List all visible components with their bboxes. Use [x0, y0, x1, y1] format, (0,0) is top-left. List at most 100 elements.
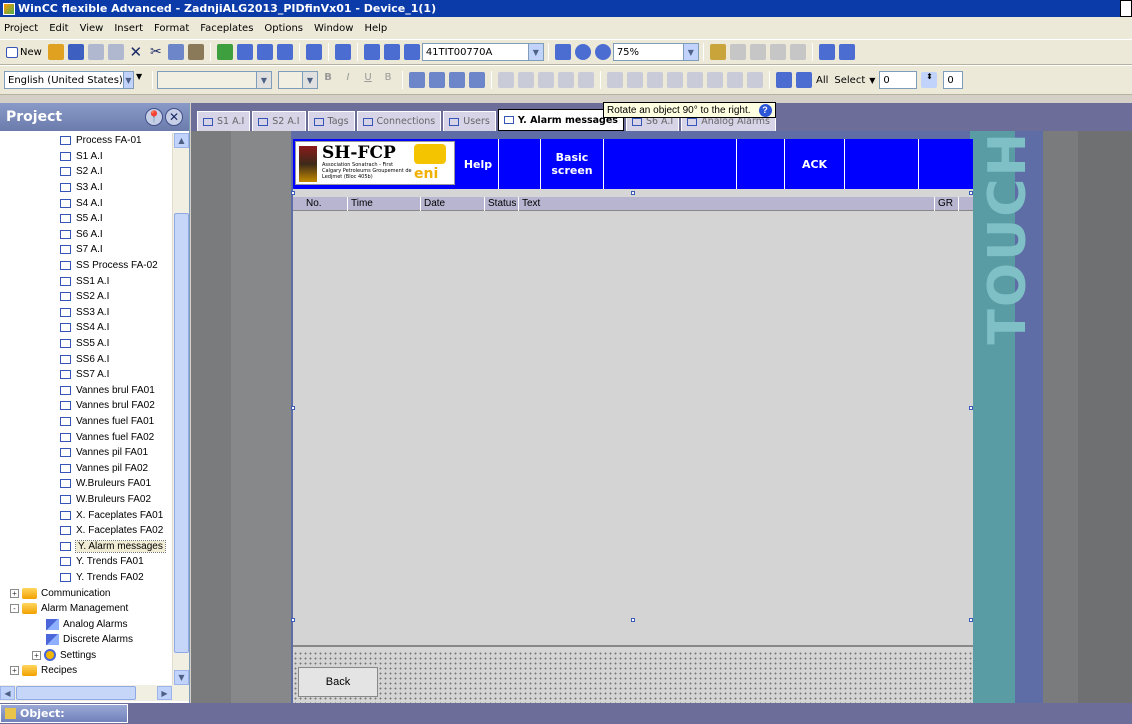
editor-tab[interactable]: Tags: [307, 111, 355, 131]
bold-dropdown-icon[interactable]: B: [380, 72, 396, 88]
tree-item[interactable]: + Recipes: [0, 663, 172, 679]
zoom-fit-icon[interactable]: [554, 44, 571, 60]
select-value-field[interactable]: 0: [879, 71, 918, 89]
chevron-down-icon[interactable]: ▼: [527, 44, 543, 60]
tree-item[interactable]: Y. Trends FA02: [0, 570, 172, 586]
menu-options[interactable]: Options: [264, 23, 303, 34]
align-right-icon[interactable]: [538, 72, 554, 88]
layers-all-icon[interactable]: [796, 72, 812, 88]
selection-handle[interactable]: [969, 618, 973, 622]
tree-item[interactable]: + Settings: [0, 648, 172, 664]
italic-icon[interactable]: I: [340, 72, 356, 88]
col-text[interactable]: Text: [519, 197, 935, 211]
zoom-in-icon[interactable]: [574, 44, 591, 60]
editor-tab[interactable]: S2 A.I: [252, 111, 306, 131]
whats-this-icon[interactable]: [838, 44, 855, 60]
rotate-left-icon[interactable]: [647, 72, 663, 88]
all-label[interactable]: All: [816, 75, 828, 86]
expand-icon[interactable]: +: [32, 650, 41, 660]
delete-icon[interactable]: ✕: [128, 44, 144, 60]
tag-combo[interactable]: 41TIT00770A ▼: [421, 43, 544, 61]
copy-icon[interactable]: [167, 44, 184, 60]
flip-icon[interactable]: [687, 72, 703, 88]
bring-forward-icon[interactable]: [449, 72, 465, 88]
object-tab[interactable]: Object:: [0, 704, 128, 723]
col-gr[interactable]: GR: [935, 197, 959, 211]
tree-item[interactable]: W.Bruleurs FA02: [0, 492, 172, 508]
spin-button[interactable]: ⬍: [921, 72, 938, 88]
col-no[interactable]: No.: [303, 197, 348, 211]
tree-item[interactable]: S2 A.I: [0, 164, 172, 180]
help-button[interactable]: Help: [458, 139, 498, 189]
tree-item[interactable]: SS2 A.I: [0, 289, 172, 305]
tree-item[interactable]: SS5 A.I: [0, 336, 172, 352]
group-icon[interactable]: [707, 72, 723, 88]
tree-item[interactable]: SS7 A.I: [0, 367, 172, 383]
tree-item[interactable]: SS4 A.I: [0, 320, 172, 336]
company-logo[interactable]: SH-FCP Association Sonatrach - First Cal…: [295, 141, 455, 185]
align-top-icon[interactable]: [558, 72, 574, 88]
tree-item[interactable]: SS3 A.I: [0, 305, 172, 321]
same-size-icon[interactable]: [747, 72, 763, 88]
project-tree-vscroll[interactable]: ▲ ▼: [172, 133, 189, 685]
library-icon[interactable]: [334, 44, 351, 60]
check-icon[interactable]: [216, 44, 233, 60]
redo-icon[interactable]: [107, 44, 124, 60]
undo-icon[interactable]: [87, 44, 104, 60]
tree-item[interactable]: S1 A.I: [0, 149, 172, 165]
chevron-down-icon[interactable]: ▼: [122, 72, 133, 88]
font-color-icon[interactable]: [749, 44, 766, 60]
editor-tab[interactable]: Connections: [356, 111, 442, 131]
tree-item[interactable]: X. Faceplates FA02: [0, 523, 172, 539]
header-button-2[interactable]: [498, 139, 540, 189]
tree-item[interactable]: Vannes brul FA02: [0, 398, 172, 414]
cross-reference-icon[interactable]: [383, 44, 400, 60]
save-icon[interactable]: [67, 44, 84, 60]
header-button-8[interactable]: [918, 139, 973, 189]
header-button-5[interactable]: [736, 139, 784, 189]
selection-handle[interactable]: [969, 406, 973, 410]
layers-icon[interactable]: [776, 72, 792, 88]
download-icon[interactable]: [305, 44, 322, 60]
send-backward-icon[interactable]: [469, 72, 485, 88]
tree-item[interactable]: X. Faceplates FA01: [0, 507, 172, 523]
line-style-icon[interactable]: [769, 44, 786, 60]
expand-icon[interactable]: +: [10, 588, 19, 598]
paste-icon[interactable]: [187, 44, 204, 60]
zoom-out-icon[interactable]: [594, 44, 611, 60]
chevron-down-icon[interactable]: ▼: [302, 72, 317, 88]
tree-item[interactable]: SS Process FA-02: [0, 258, 172, 274]
language-combo[interactable]: English (United States) ▼: [4, 71, 134, 89]
scroll-left-icon[interactable]: ◀: [0, 686, 15, 700]
hscroll-thumb[interactable]: [16, 686, 136, 700]
editor-tab[interactable]: S1 A.I: [197, 111, 251, 131]
tree-item[interactable]: Analog Alarms: [0, 616, 172, 632]
scroll-down-icon[interactable]: ▼: [174, 670, 189, 685]
project-tree-hscroll[interactable]: ◀ ▶: [0, 685, 189, 701]
line-width-icon[interactable]: [789, 44, 806, 60]
menu-project[interactable]: Project: [4, 23, 38, 34]
align-middle-icon[interactable]: [578, 72, 594, 88]
zoom-combo[interactable]: 75% ▼: [612, 43, 699, 61]
pin-icon[interactable]: 📍: [145, 108, 163, 126]
selection-handle[interactable]: [291, 191, 295, 195]
underline-icon[interactable]: U: [360, 72, 376, 88]
new-icon[interactable]: [6, 46, 18, 58]
simulate-icon[interactable]: [276, 44, 293, 60]
col-date[interactable]: Date: [421, 197, 485, 211]
selection-handle[interactable]: [631, 618, 635, 622]
menu-edit[interactable]: Edit: [49, 23, 68, 34]
tree-item[interactable]: Vannes pil FA01: [0, 445, 172, 461]
tree-item[interactable]: W.Bruleurs FA01: [0, 476, 172, 492]
basic-screen-button[interactable]: Basic screen: [540, 139, 603, 189]
selection-handle[interactable]: [291, 618, 295, 622]
ack-button[interactable]: ACK: [784, 139, 844, 189]
transfer-icon[interactable]: [256, 44, 273, 60]
send-to-back-icon[interactable]: [429, 72, 445, 88]
tree-item[interactable]: Y. Alarm messages: [0, 538, 172, 554]
menu-view[interactable]: View: [80, 23, 104, 34]
tree-item[interactable]: S7 A.I: [0, 242, 172, 258]
cut-icon[interactable]: ✂: [148, 44, 164, 60]
bold-icon[interactable]: B: [320, 72, 336, 88]
tree-item[interactable]: Vannes fuel FA02: [0, 429, 172, 445]
